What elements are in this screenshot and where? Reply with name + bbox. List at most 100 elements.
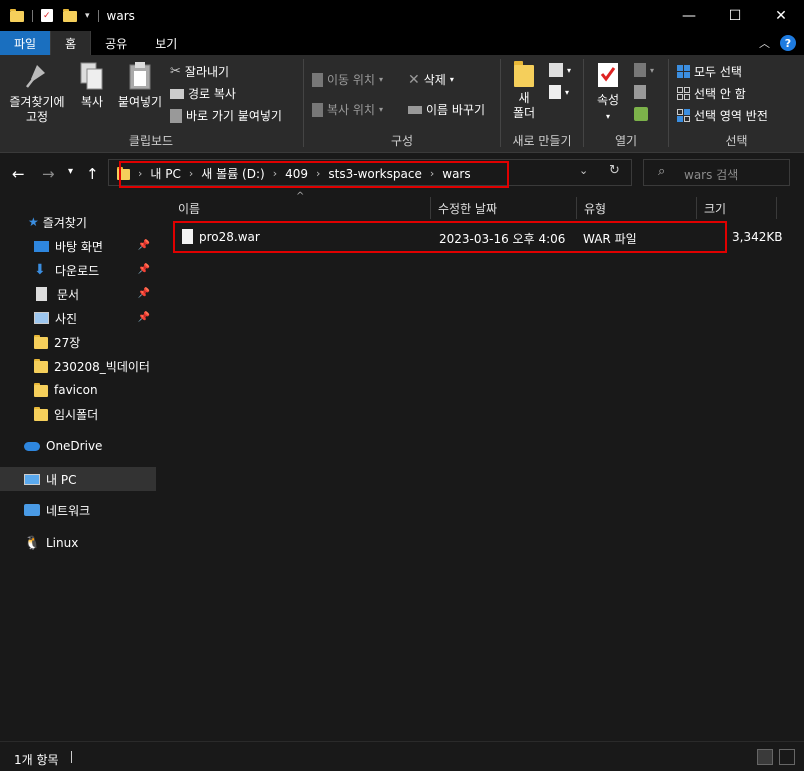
edit-icon: [634, 85, 646, 99]
recent-locations-button[interactable]: ▾: [68, 166, 73, 177]
sidebar-item-favicon[interactable]: favicon: [0, 378, 156, 402]
select-none-button[interactable]: 선택 안 함: [677, 85, 746, 102]
cut-button[interactable]: ✂ 잘라내기: [170, 63, 229, 80]
sidebar-item-label: 문서: [57, 287, 80, 302]
select-all-button[interactable]: 모두 선택: [677, 63, 742, 80]
large-icons-view-icon[interactable]: [779, 749, 795, 765]
copy-path-icon: [170, 88, 184, 99]
paste-shortcut-icon: [170, 108, 182, 123]
new-folder-button[interactable]: 새 폴더: [509, 61, 539, 121]
chevron-down-icon[interactable]: ▾: [85, 11, 90, 21]
invert-selection-icon: [677, 109, 690, 122]
paste-shortcut-button[interactable]: 바로 가기 붙여넣기: [170, 107, 282, 124]
tab-share[interactable]: 공유: [91, 31, 141, 55]
help-icon[interactable]: ?: [780, 35, 796, 51]
move-to-button[interactable]: 이동 위치 ▾: [312, 71, 383, 88]
copy-path-button[interactable]: 경로 복사: [170, 85, 236, 102]
up-button[interactable]: ↑: [86, 165, 99, 183]
select-none-label: 선택 안 함: [694, 87, 746, 101]
sidebar-item-folder-27[interactable]: 27장: [0, 330, 156, 354]
column-header-size[interactable]: 크기: [704, 197, 726, 219]
sidebar-item-onedrive[interactable]: OneDrive: [0, 434, 156, 458]
copy-icon: [80, 62, 103, 90]
back-button[interactable]: ←: [12, 165, 25, 183]
sidebar-item-label: 바탕 화면: [55, 239, 103, 254]
properties-icon[interactable]: ✓: [41, 9, 53, 22]
organize-group: 이동 위치 ▾ 복사 위치 ▾ ✕ 삭제 ▾ 이름 바꾸기 구성: [304, 55, 500, 153]
sidebar-item-linux[interactable]: 🐧 Linux: [0, 531, 156, 555]
select-none-icon: [677, 87, 690, 100]
pin-icon[interactable]: 📌: [138, 312, 150, 323]
pin-to-quick-access-button[interactable]: 즐겨찾기에 고정: [6, 61, 68, 125]
edit-button[interactable]: [634, 85, 646, 99]
file-size: 3,342KB: [732, 230, 783, 244]
sidebar-item-temp-folder[interactable]: 임시폴더: [0, 402, 156, 426]
sidebar-item-label: 사진: [55, 311, 78, 326]
minimize-button[interactable]: —: [666, 0, 712, 31]
paste-label: 붙여넣기: [117, 95, 163, 109]
folder-icon: [34, 383, 48, 397]
sidebar-item-label: OneDrive: [46, 439, 103, 453]
forward-button[interactable]: →: [42, 165, 55, 183]
select-all-icon: [677, 65, 690, 78]
sidebar-item-desktop[interactable]: 바탕 화면 📌: [0, 234, 156, 258]
sidebar-item-downloads[interactable]: ⬇ 다운로드 📌: [0, 258, 156, 282]
history-button[interactable]: [634, 107, 648, 121]
details-view-icon[interactable]: [757, 749, 773, 765]
delete-label: 삭제: [423, 73, 446, 87]
column-header-type[interactable]: 유형: [584, 197, 606, 219]
organize-group-label: 구성: [390, 134, 414, 148]
sidebar-item-pictures[interactable]: 사진 📌: [0, 306, 156, 330]
easy-access-button[interactable]: ▾: [549, 85, 569, 99]
pin-icon[interactable]: 📌: [138, 240, 150, 251]
address-row: ← → ▾ ↑ › 내 PC › 새 볼륨 (D:) › 409 › sts3-…: [0, 153, 804, 193]
chevron-down-icon[interactable]: ⌄: [579, 164, 588, 177]
paste-button[interactable]: 붙여넣기: [114, 61, 166, 110]
search-box[interactable]: ⌕ wars 검색: [643, 159, 790, 186]
pin-icon[interactable]: 📌: [138, 288, 150, 299]
sidebar-item-label: 임시폴더: [54, 407, 99, 422]
paste-icon: [129, 62, 151, 90]
history-icon: [634, 107, 648, 121]
maximize-button[interactable]: ☐: [712, 0, 758, 31]
new-item-icon: [549, 63, 563, 77]
chevron-down-icon: ▾: [449, 75, 454, 84]
copy-button[interactable]: 복사: [74, 61, 110, 110]
sidebar-item-this-pc[interactable]: 내 PC: [0, 467, 156, 491]
quick-access-toolbar: ✓ ▾: [0, 8, 103, 23]
open-group-label: 열기: [614, 134, 638, 148]
clipboard-group: 즐겨찾기에 고정 복사 붙여넣기 ✂ 잘라내기 경로 복사 바로 가기 붙여넣기…: [0, 55, 302, 153]
copy-to-icon: [312, 102, 323, 117]
tab-file[interactable]: 파일: [0, 31, 51, 55]
open-button[interactable]: ▾: [634, 63, 654, 77]
invert-selection-button[interactable]: 선택 영역 반전: [677, 107, 768, 124]
rename-button[interactable]: 이름 바꾸기: [408, 101, 485, 118]
close-button[interactable]: ✕: [758, 0, 804, 31]
column-header-modified[interactable]: 수정한 날짜: [438, 197, 497, 219]
copy-path-label: 경로 복사: [188, 87, 236, 101]
delete-button[interactable]: ✕ 삭제 ▾: [408, 71, 454, 88]
new-item-button[interactable]: ▾: [549, 63, 571, 77]
new-folder-icon[interactable]: [63, 8, 77, 23]
paste-shortcut-label: 바로 가기 붙여넣기: [186, 109, 282, 123]
new-folder-label-2: 폴더: [512, 106, 536, 120]
picture-icon: [34, 312, 49, 324]
rename-icon: [408, 105, 422, 114]
pin-icon[interactable]: 📌: [138, 264, 150, 275]
sidebar-item-quick-access[interactable]: ★ 즐겨찾기: [0, 210, 156, 234]
column-header-name[interactable]: 이름: [178, 197, 200, 219]
tab-home[interactable]: 홈: [50, 31, 92, 55]
move-to-icon: [312, 72, 323, 87]
sidebar-item-network[interactable]: 네트워크: [0, 498, 156, 522]
tab-view[interactable]: 보기: [141, 31, 191, 55]
copy-to-button[interactable]: 복사 위치 ▾: [312, 101, 383, 118]
sidebar-item-documents[interactable]: 문서 📌: [0, 282, 156, 306]
sidebar-item-folder-bigdata[interactable]: 230208_빅데이터: [0, 354, 156, 378]
chevron-up-icon[interactable]: ︿: [759, 35, 770, 51]
chevron-down-icon: ▾: [378, 105, 383, 114]
search-icon: ⌕: [658, 164, 666, 179]
chevron-down-icon: ▾: [567, 65, 572, 75]
refresh-icon[interactable]: ↻: [609, 163, 620, 178]
easy-access-icon: [549, 85, 561, 99]
properties-button[interactable]: 속성 ▾: [592, 61, 624, 124]
